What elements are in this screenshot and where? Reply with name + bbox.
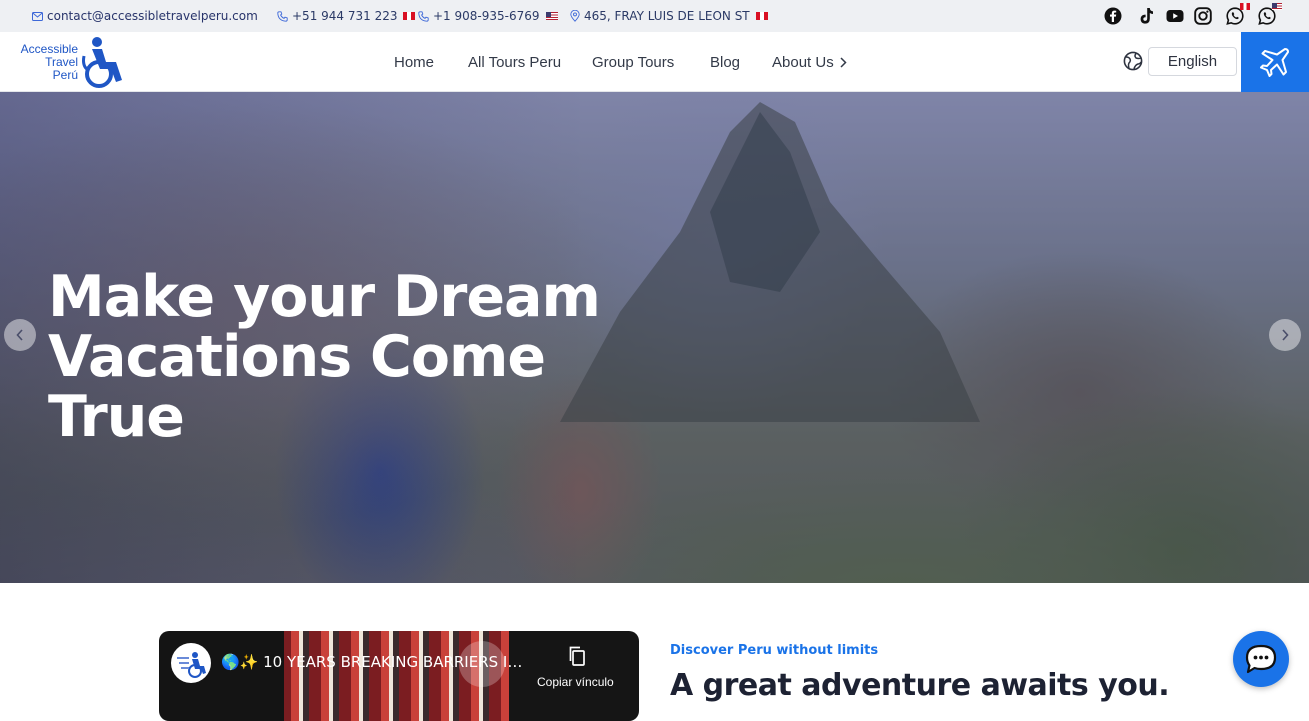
airplane-icon	[1260, 48, 1289, 77]
nav-about-us[interactable]: About Us	[772, 32, 847, 92]
chat-button[interactable]	[1233, 631, 1289, 687]
phone-us-link[interactable]: +1 908-935-6769	[418, 0, 558, 32]
nav-home[interactable]: Home	[394, 32, 434, 92]
copy-link-label[interactable]: Copiar vínculo	[537, 675, 627, 689]
address-text: 465, FRAY LUIS DE LEON ST	[584, 9, 750, 23]
nav-blog[interactable]: Blog	[710, 32, 740, 92]
phone-peru-text: +51 944 731 223	[292, 9, 398, 23]
usa-flag-icon	[1272, 3, 1282, 10]
phone-us-text: +1 908-935-6769	[433, 9, 540, 23]
channel-avatar[interactable]	[171, 643, 211, 683]
main-header: Accessible Travel Perú Home All Tours Pe…	[0, 32, 1309, 92]
hero-banner: Make your Dream Vacations Come True	[0, 92, 1309, 583]
nav-group-tours[interactable]: Group Tours	[592, 32, 674, 92]
language-select[interactable]: English	[1148, 47, 1237, 76]
chevron-right-icon	[1282, 329, 1289, 341]
top-contact-bar: contact@accessibletravelperu.com +51 944…	[0, 0, 1309, 32]
mail-icon	[32, 11, 43, 21]
hero-title: Make your Dream Vacations Come True	[48, 264, 601, 450]
carousel-prev-button[interactable]	[4, 319, 36, 351]
nav-about-us-label: About Us	[772, 53, 834, 71]
instagram-icon[interactable]	[1193, 6, 1213, 26]
video-play-button[interactable]	[459, 641, 505, 687]
nav-all-tours[interactable]: All Tours Peru	[468, 32, 561, 92]
usa-flag-icon	[545, 12, 558, 20]
phone-peru-link[interactable]: +51 944 731 223	[277, 0, 416, 32]
email-link[interactable]: contact@accessibletravelperu.com	[32, 0, 258, 32]
flights-button[interactable]	[1241, 32, 1309, 92]
chevron-left-icon	[16, 329, 23, 341]
location-pin-icon	[570, 10, 580, 22]
address-link[interactable]: 465, FRAY LUIS DE LEON ST	[570, 0, 768, 32]
wheelchair-logo-icon	[82, 37, 122, 88]
phone-icon	[418, 10, 429, 22]
tiktok-icon[interactable]	[1137, 6, 1157, 26]
youtube-icon[interactable]	[1165, 6, 1185, 26]
section-eyebrow: Discover Peru without limits	[670, 643, 879, 658]
peru-flag-icon	[755, 12, 768, 20]
chevron-right-icon	[840, 56, 847, 68]
section-headline: A great adventure awaits you.	[670, 668, 1170, 703]
peru-flag-icon	[403, 12, 416, 20]
site-logo[interactable]: Accessible Travel Perú	[16, 36, 126, 90]
logo-line-3: Perú	[52, 68, 78, 82]
wheelchair-logo-icon	[177, 652, 206, 678]
email-text: contact@accessibletravelperu.com	[47, 9, 258, 23]
copy-link-icon[interactable]	[568, 646, 586, 666]
chat-bubble-icon	[1245, 644, 1277, 674]
youtube-video-embed[interactable]: 🌎✨ 10 YEARS BREAKING BARRIERS IN PERU Co…	[159, 631, 639, 721]
carousel-next-button[interactable]	[1269, 319, 1301, 351]
peru-flag-icon	[1240, 3, 1250, 10]
phone-icon	[277, 10, 288, 22]
facebook-icon[interactable]	[1103, 6, 1123, 26]
globe-icon[interactable]	[1123, 51, 1143, 71]
